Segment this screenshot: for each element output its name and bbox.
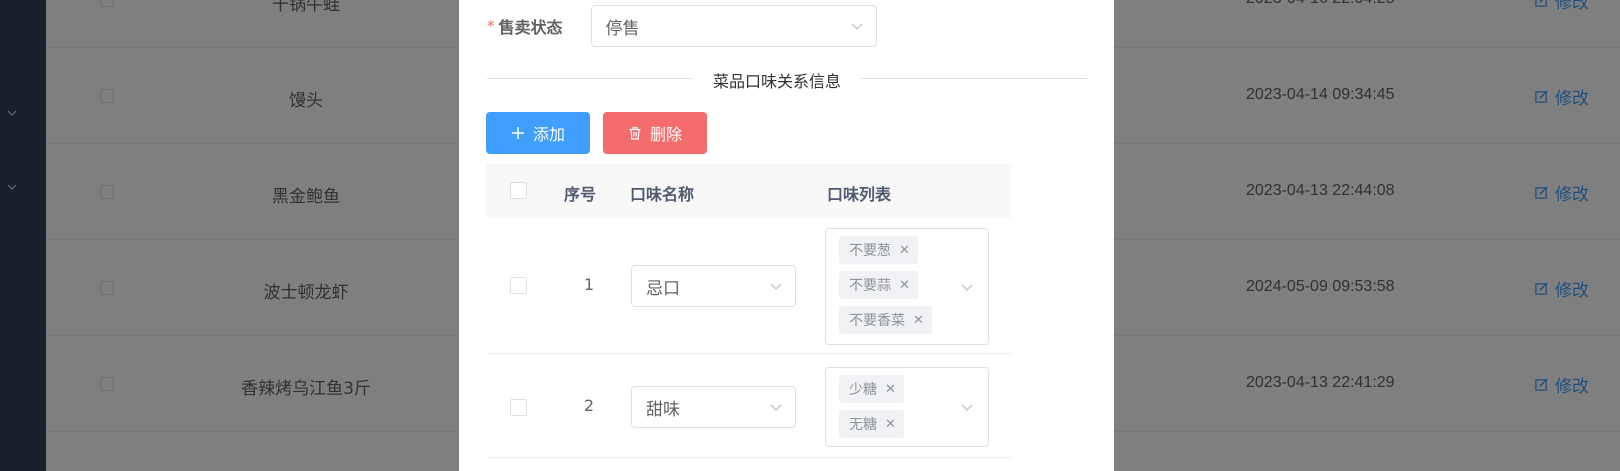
- tag-label: 少糖: [849, 382, 877, 398]
- row-checkbox[interactable]: [510, 399, 527, 416]
- flavor-tag: 不要香菜 ✕: [839, 306, 932, 334]
- index-header: 序号: [564, 185, 597, 204]
- row-checkbox[interactable]: [510, 277, 527, 294]
- flavor-list-header: 口味列表: [827, 185, 892, 204]
- close-icon[interactable]: ✕: [885, 382, 896, 397]
- close-icon[interactable]: ✕: [899, 278, 910, 293]
- close-icon[interactable]: ✕: [913, 313, 924, 328]
- delete-flavor-button[interactable]: 删除: [603, 112, 707, 154]
- row-index: 1: [583, 275, 595, 294]
- section-title: 菜品口味关系信息: [693, 68, 862, 92]
- plus-icon: [511, 127, 524, 139]
- flavor-tag: 不要葱 ✕: [839, 236, 918, 264]
- flavor-list-select[interactable]: 少糖 ✕ 无糖 ✕: [825, 367, 989, 447]
- flavor-name-select[interactable]: 忌口: [631, 265, 796, 307]
- add-flavor-button[interactable]: 添加: [486, 112, 590, 154]
- flavor-tag: 不要蒜 ✕: [839, 271, 918, 299]
- delete-label: 删除: [649, 125, 682, 144]
- chevron-down-icon: [960, 280, 974, 294]
- row-index: 2: [583, 396, 595, 415]
- chevron-down-icon: [960, 400, 974, 414]
- tag-label: 不要香菜: [849, 313, 905, 329]
- sale-status-select[interactable]: 停售: [590, 5, 877, 47]
- tag-label: 不要葱: [849, 243, 891, 259]
- tag-label: 无糖: [849, 417, 877, 433]
- add-label: 添加: [532, 125, 565, 144]
- flavor-tag: 无糖 ✕: [839, 410, 904, 438]
- flavor-name-select[interactable]: 甜味: [631, 386, 796, 428]
- edit-dish-dialog: * 售卖状态 停售 菜品口味关系信息 添加 删除 序号 口味名称 口味列表 1 …: [459, 0, 1114, 471]
- close-icon[interactable]: ✕: [885, 417, 896, 432]
- chevron-down-icon: [850, 19, 864, 33]
- chevron-down-icon: [769, 279, 783, 293]
- flavor-name-value: 忌口: [646, 278, 680, 299]
- sale-status-label: 售卖状态: [498, 18, 563, 37]
- flavor-table-header: 序号 口味名称 口味列表: [486, 164, 1011, 218]
- close-icon[interactable]: ✕: [899, 243, 910, 258]
- table-row: 2 甜味 少糖 ✕ 无糖 ✕: [486, 354, 1011, 458]
- table-row: 1 忌口 不要葱 ✕ 不要蒜 ✕ 不要香菜 ✕: [486, 218, 1011, 354]
- flavor-name-header: 口味名称: [630, 185, 695, 204]
- required-mark: *: [487, 17, 495, 35]
- trash-icon: [629, 126, 641, 140]
- flavor-name-value: 甜味: [646, 399, 680, 420]
- flavor-tag: 少糖 ✕: [839, 375, 904, 403]
- chevron-down-icon: [769, 400, 783, 414]
- flavor-list-select[interactable]: 不要葱 ✕ 不要蒜 ✕ 不要香菜 ✕: [825, 228, 989, 345]
- select-all-checkbox[interactable]: [510, 182, 527, 199]
- sale-status-value: 停售: [605, 18, 640, 39]
- tag-label: 不要蒜: [849, 278, 891, 294]
- sale-status-row: * 售卖状态 停售: [487, 5, 877, 47]
